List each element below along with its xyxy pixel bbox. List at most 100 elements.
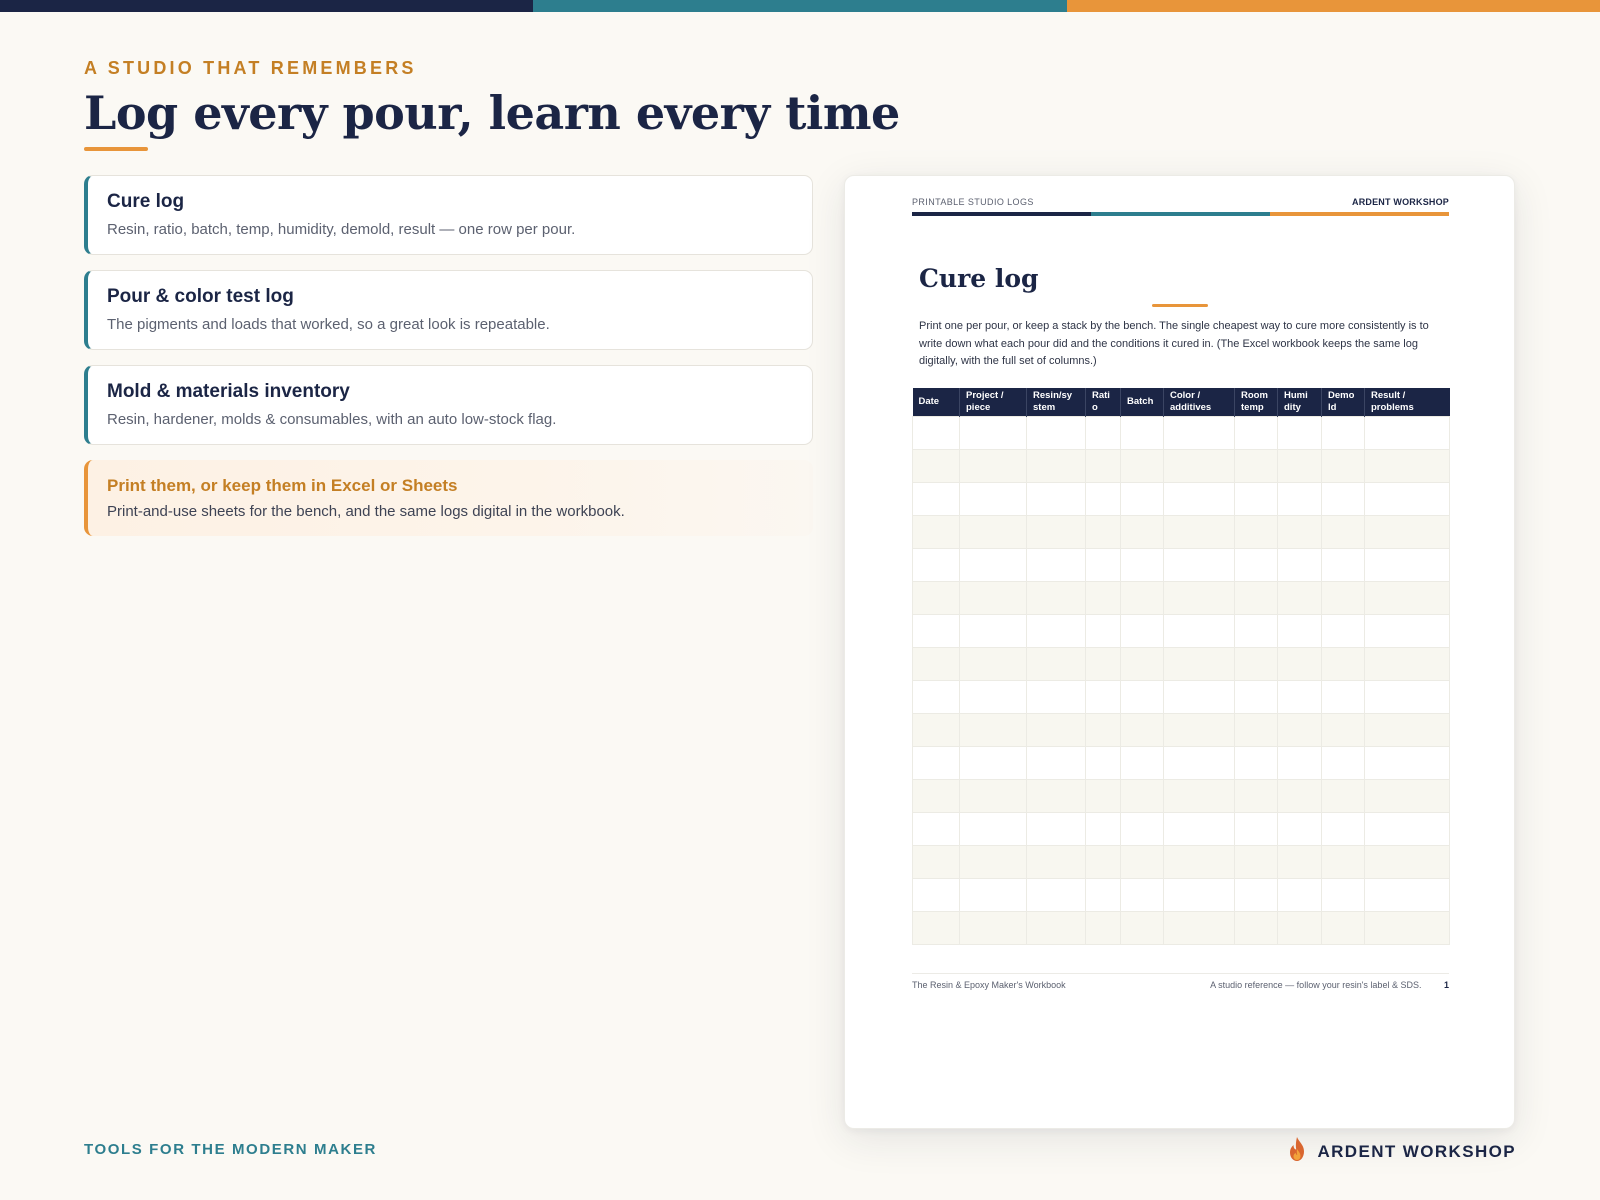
document-color-bar <box>912 212 1449 216</box>
table-cell <box>1120 680 1164 714</box>
table-cell <box>1163 680 1235 714</box>
column-header-date: Date <box>912 388 960 417</box>
table-cell <box>1163 779 1235 813</box>
brand-name: ARDENT WORKSHOP <box>1317 1141 1516 1161</box>
table-row <box>912 812 1450 846</box>
table-cell <box>1364 812 1450 846</box>
table-row <box>912 548 1450 582</box>
table-row <box>912 515 1450 549</box>
table-cell <box>1085 581 1121 615</box>
callout-card-print-or-digital: Print them, or keep them in Excel or She… <box>84 460 813 536</box>
table-cell <box>1163 878 1235 912</box>
table-cell <box>912 911 960 945</box>
column-header-color-additives: Color / additives <box>1163 388 1235 417</box>
table-cell <box>1277 614 1322 648</box>
table-cell <box>1163 482 1235 516</box>
table-cell <box>1277 449 1322 483</box>
feature-description: The pigments and loads that worked, so a… <box>107 316 550 333</box>
table-row <box>912 482 1450 516</box>
table-cell <box>959 449 1027 483</box>
table-cell <box>1163 416 1235 450</box>
document-preview: PRINTABLE STUDIO LOGS ARDENT WORKSHOP Cu… <box>844 175 1515 1129</box>
table-cell <box>1234 878 1278 912</box>
table-cell <box>1234 680 1278 714</box>
table-cell <box>1234 449 1278 483</box>
feature-description: Resin, ratio, batch, temp, humidity, dem… <box>107 221 576 238</box>
top-bar-navy-segment <box>0 0 534 12</box>
table-cell <box>1234 548 1278 582</box>
table-cell <box>1234 713 1278 747</box>
table-cell <box>1321 449 1365 483</box>
table-cell <box>1364 713 1450 747</box>
table-row <box>912 581 1450 615</box>
table-cell <box>1120 449 1164 483</box>
table-cell <box>1120 548 1164 582</box>
table-cell <box>1364 449 1450 483</box>
feature-title: Pour & color test log <box>107 286 294 307</box>
table-cell <box>1085 845 1121 879</box>
table-cell <box>1234 746 1278 780</box>
table-cell <box>1321 482 1365 516</box>
table-cell <box>1234 779 1278 813</box>
table-cell <box>959 713 1027 747</box>
footer-tagline: TOOLS FOR THE MODERN MAKER <box>84 1141 377 1158</box>
eyebrow-label: A STUDIO THAT REMEMBERS <box>84 58 417 78</box>
feature-card-pour-color-test-log: Pour & color test log The pigments and l… <box>84 270 813 350</box>
table-cell <box>1234 647 1278 681</box>
table-cell <box>912 581 960 615</box>
table-cell <box>959 878 1027 912</box>
table-cell <box>959 515 1027 549</box>
table-row <box>912 746 1450 780</box>
table-cell <box>1234 416 1278 450</box>
table-cell <box>1163 515 1235 549</box>
table-cell <box>1085 449 1121 483</box>
feature-title: Mold & materials inventory <box>107 381 350 402</box>
table-cell <box>1120 482 1164 516</box>
table-cell <box>1364 416 1450 450</box>
document-footer-left: The Resin & Epoxy Maker's Workbook <box>912 980 1066 990</box>
document-title-rule <box>1152 304 1208 307</box>
table-cell <box>1120 812 1164 846</box>
table-cell <box>1026 581 1086 615</box>
table-cell <box>1026 812 1086 846</box>
callout-title: Print them, or keep them in Excel or She… <box>107 476 458 495</box>
table-cell <box>1163 713 1235 747</box>
table-cell <box>1321 812 1365 846</box>
table-cell <box>1026 449 1086 483</box>
table-cell <box>1277 680 1322 714</box>
table-cell <box>1321 515 1365 549</box>
table-cell <box>1085 614 1121 648</box>
table-cell <box>959 779 1027 813</box>
table-cell <box>1026 515 1086 549</box>
table-cell <box>912 713 960 747</box>
table-cell <box>1277 746 1322 780</box>
table-cell <box>959 614 1027 648</box>
table-cell <box>1364 581 1450 615</box>
table-cell <box>959 581 1027 615</box>
table-cell <box>1234 614 1278 648</box>
table-cell <box>1163 581 1235 615</box>
table-cell <box>1321 614 1365 648</box>
table-row <box>912 680 1450 714</box>
table-cell <box>1234 515 1278 549</box>
table-cell <box>1120 878 1164 912</box>
table-cell <box>1026 614 1086 648</box>
table-cell <box>1277 416 1322 450</box>
table-cell <box>1085 416 1121 450</box>
column-header-room-temp: Room temp <box>1234 388 1278 417</box>
table-cell <box>959 680 1027 714</box>
table-cell <box>959 911 1027 945</box>
table-cell <box>959 647 1027 681</box>
footer-brand: ARDENT WORKSHOP <box>1287 1136 1516 1167</box>
table-cell <box>1085 878 1121 912</box>
table-cell <box>1277 581 1322 615</box>
table-cell <box>1277 515 1322 549</box>
table-cell <box>1364 878 1450 912</box>
table-cell <box>1234 482 1278 516</box>
table-cell <box>1163 449 1235 483</box>
table-cell <box>1364 845 1450 879</box>
page-title: Log every pour, learn every time <box>84 86 900 140</box>
table-cell <box>1026 746 1086 780</box>
table-cell <box>1026 779 1086 813</box>
table-cell <box>1277 713 1322 747</box>
